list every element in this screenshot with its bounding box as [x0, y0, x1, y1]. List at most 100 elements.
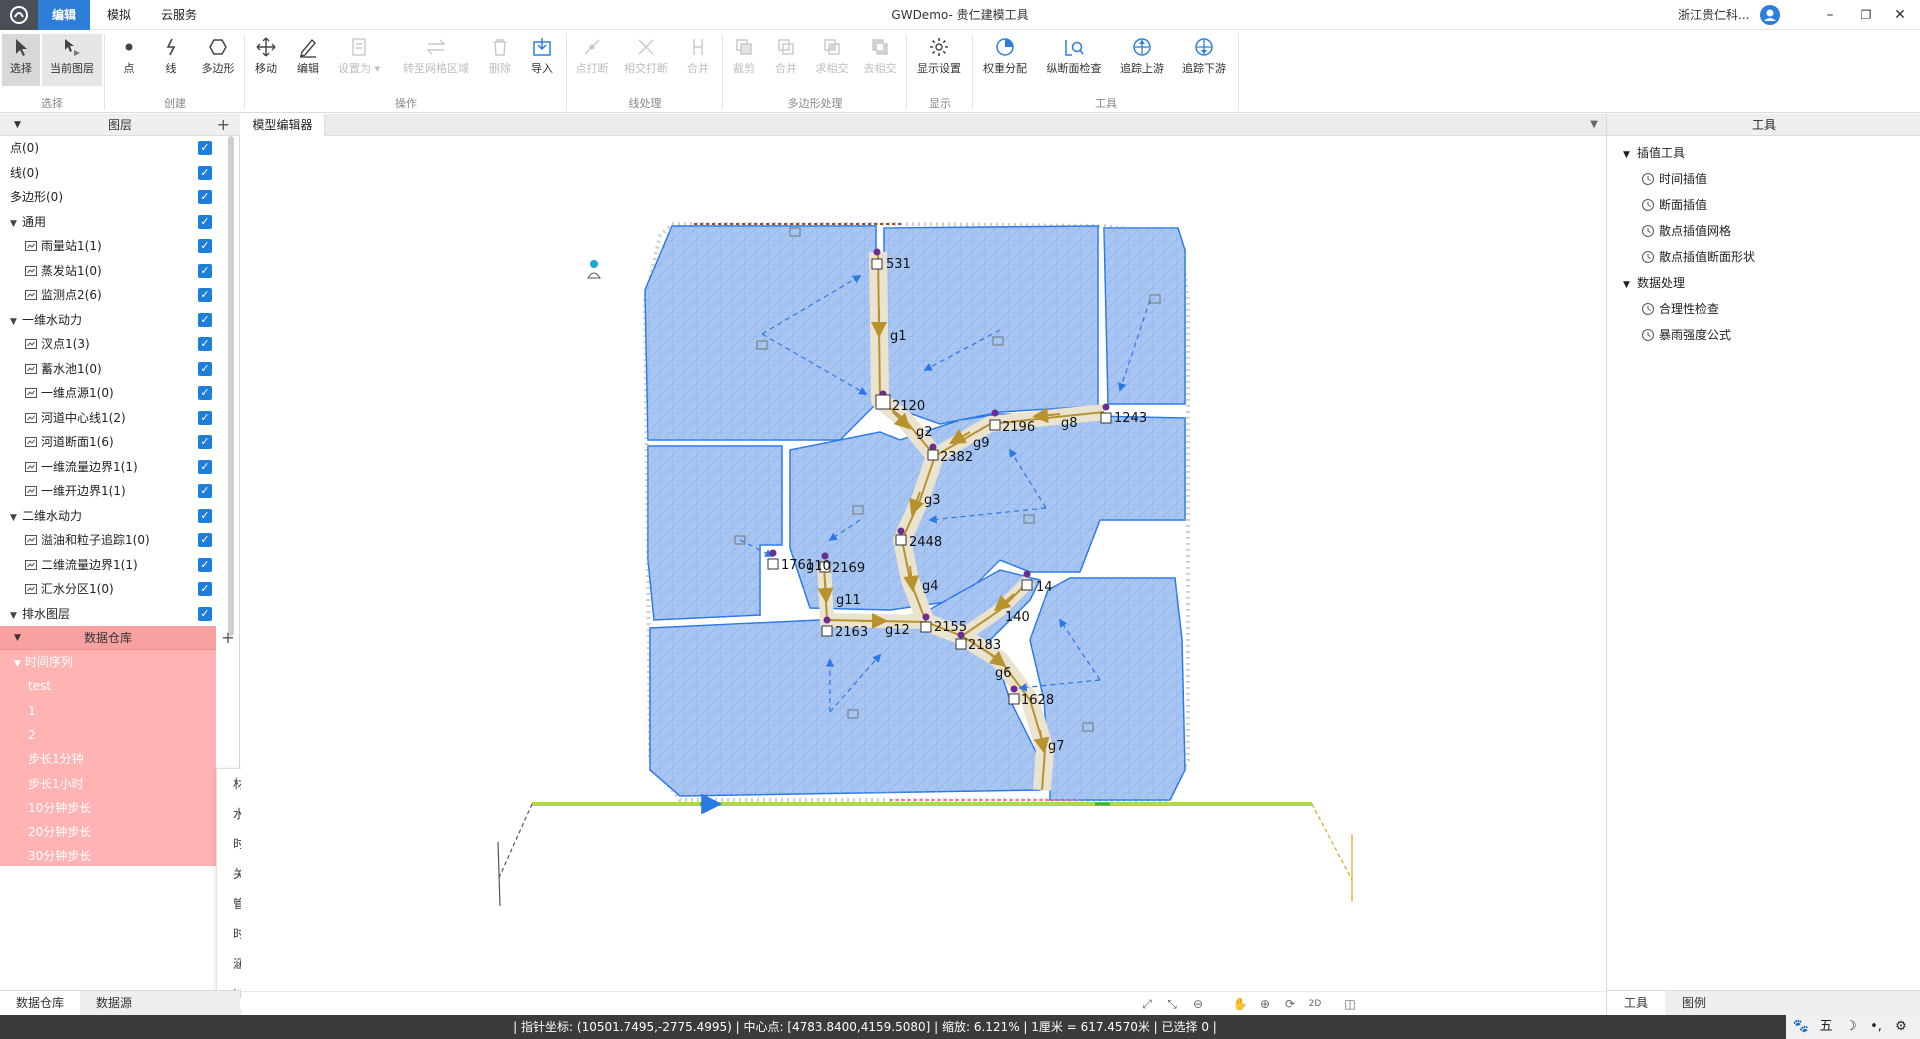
- layer-row[interactable]: 线(0): [0, 161, 224, 185]
- add-layer-button[interactable]: +: [217, 114, 230, 136]
- trace-upstream-button[interactable]: 追踪上游: [1114, 34, 1170, 86]
- layer-row[interactable]: 二维流量边界1(1): [0, 553, 224, 577]
- remove-intersect-button[interactable]: 去相交: [860, 34, 900, 86]
- layer-row[interactable]: 雨量站1(1): [0, 234, 224, 258]
- layer-row[interactable]: 汊点1(3): [0, 332, 224, 356]
- full-screen-icon[interactable]: ⤡: [1164, 996, 1180, 1012]
- layer-visibility-checkbox[interactable]: ✓: [198, 165, 212, 180]
- time-series-item[interactable]: 30分钟步长: [0, 844, 216, 868]
- layer-row[interactable]: 监测点2(6): [0, 283, 224, 307]
- close-button[interactable]: ✕: [1880, 0, 1920, 30]
- time-series-item[interactable]: 步长1小时: [0, 772, 216, 796]
- chevron-down-icon[interactable]: ▼: [1590, 114, 1598, 136]
- menu-tab-simulate[interactable]: 模拟: [96, 0, 142, 30]
- collapse-caret-icon[interactable]: ▼: [14, 114, 21, 136]
- expand-caret-icon[interactable]: ▼: [1623, 272, 1637, 298]
- layer-row[interactable]: 一维流量边界1(1): [0, 455, 224, 479]
- layer-row[interactable]: ▼ 一维水动力: [0, 308, 224, 332]
- tool-item[interactable]: ▼ 插值工具: [1623, 140, 1685, 166]
- layer-visibility-checkbox[interactable]: ✓: [198, 484, 212, 498]
- user-avatar-icon[interactable]: [1760, 5, 1780, 25]
- expand-caret-icon[interactable]: ▼: [10, 212, 22, 236]
- model-map[interactable]: 531 g1 2120 g2 2196 g8 1243 g9 2382 g3 2…: [241, 136, 1606, 991]
- point-button[interactable]: 点: [114, 34, 144, 86]
- tool-item[interactable]: 散点插值网格: [1641, 218, 1731, 244]
- time-series-item[interactable]: 10分钟步长: [0, 796, 216, 820]
- trace-downstream-button[interactable]: 追踪下游: [1176, 34, 1232, 86]
- layer-visibility-checkbox[interactable]: ✓: [198, 435, 212, 449]
- collapse-caret-icon[interactable]: ▼: [14, 626, 21, 650]
- profile-check-button[interactable]: 纵断面检查: [1042, 34, 1106, 86]
- layer-row[interactable]: 多边形(0): [0, 185, 224, 209]
- layer-visibility-checkbox[interactable]: ✓: [198, 141, 212, 155]
- point-break-button[interactable]: 点打断: [572, 34, 612, 86]
- tab-data-warehouse[interactable]: 数据仓库: [0, 991, 80, 1016]
- time-series-item[interactable]: 20分钟步长: [0, 820, 216, 844]
- tab-model-editor[interactable]: 模型编辑器: [241, 114, 325, 136]
- delete-button[interactable]: 删除: [484, 34, 516, 86]
- tool-item[interactable]: 暴雨强度公式: [1641, 322, 1731, 348]
- layer-visibility-checkbox[interactable]: ✓: [198, 533, 212, 547]
- select-button[interactable]: 选择: [2, 34, 40, 86]
- import-button[interactable]: 导入: [526, 34, 558, 86]
- move-button[interactable]: 移动: [250, 34, 282, 86]
- tab-legend[interactable]: 图例: [1665, 991, 1723, 1016]
- layer-visibility-checkbox[interactable]: ✓: [198, 337, 212, 351]
- time-series-item[interactable]: 2: [0, 723, 216, 747]
- layer-row[interactable]: 河道断面1(6): [0, 430, 224, 454]
- tab-tools[interactable]: 工具: [1607, 991, 1665, 1016]
- layer-visibility-checkbox[interactable]: ✓: [198, 557, 212, 572]
- zoom-in-icon[interactable]: ⊕: [1257, 996, 1273, 1012]
- layer-visibility-checkbox[interactable]: ✓: [198, 190, 212, 204]
- layer-visibility-checkbox[interactable]: ✓: [198, 312, 212, 327]
- layer-visibility-checkbox[interactable]: ✓: [198, 459, 212, 474]
- display-settings-button[interactable]: 显示设置: [912, 34, 966, 86]
- tab-data-source[interactable]: 数据源: [80, 991, 148, 1016]
- to-grid-area-button[interactable]: 转至网格区域: [394, 34, 478, 86]
- layer-row[interactable]: 一维开边界1(1): [0, 479, 224, 503]
- settings-icon[interactable]: ⚙: [1892, 1018, 1910, 1036]
- tool-item[interactable]: 合理性检查: [1641, 296, 1719, 322]
- menu-tab-cloud[interactable]: 云服务: [150, 0, 208, 30]
- time-series-item[interactable]: ▼ 时间序列: [0, 650, 216, 674]
- clip-button[interactable]: 裁剪: [728, 34, 760, 86]
- add-data-button[interactable]: +: [216, 626, 240, 650]
- zoom-out-icon[interactable]: ⊖: [1190, 996, 1206, 1012]
- layer-row[interactable]: 蓄水池1(0): [0, 357, 224, 381]
- layer-visibility-checkbox[interactable]: ✓: [198, 263, 212, 278]
- layer-row[interactable]: 一维点源1(0): [0, 381, 224, 405]
- app-logo[interactable]: [0, 0, 38, 30]
- layer-visibility-checkbox[interactable]: ✓: [198, 361, 212, 376]
- tool-item[interactable]: ▼ 数据处理: [1623, 270, 1685, 296]
- expand-caret-icon[interactable]: ▼: [10, 506, 22, 530]
- punctuation-icon[interactable]: •,: [1867, 1018, 1885, 1036]
- 2d-view-icon[interactable]: 2D: [1307, 996, 1323, 1012]
- layer-row[interactable]: 点(0): [0, 136, 224, 160]
- edit-button[interactable]: 编辑: [292, 34, 324, 86]
- line-button[interactable]: 线: [156, 34, 186, 86]
- layer-row[interactable]: ▼ 通用: [0, 210, 224, 234]
- expand-caret-icon[interactable]: ▼: [14, 659, 21, 669]
- layer-row[interactable]: 汇水分区1(0): [0, 577, 224, 601]
- paw-icon[interactable]: 🐾: [1792, 1018, 1810, 1036]
- fit-extent-icon[interactable]: ⤢: [1139, 996, 1155, 1012]
- refresh-icon[interactable]: ⟳: [1282, 996, 1298, 1012]
- tool-item[interactable]: 断面插值: [1641, 192, 1707, 218]
- layer-tree-scrollbar[interactable]: [228, 136, 234, 636]
- layer-row[interactable]: ▼ 排水图层: [0, 602, 224, 626]
- layer-row[interactable]: 溢油和粒子追踪1(0): [0, 528, 224, 552]
- layer-visibility-checkbox[interactable]: ✓: [198, 508, 212, 523]
- tool-item[interactable]: 散点插值断面形状: [1641, 244, 1755, 270]
- expand-caret-icon[interactable]: ▼: [10, 604, 22, 628]
- set-as-button[interactable]: 设置为 ▾: [334, 34, 384, 86]
- moon-icon[interactable]: ☽: [1842, 1018, 1860, 1036]
- tool-item[interactable]: 时间插值: [1641, 166, 1707, 192]
- intersect-button[interactable]: 求相交: [812, 34, 852, 86]
- data-warehouse-header[interactable]: ▼ 数据仓库: [0, 626, 216, 650]
- rain-station-icon[interactable]: [587, 260, 601, 279]
- layer-visibility-checkbox[interactable]: ✓: [198, 288, 212, 302]
- layer-visibility-checkbox[interactable]: ✓: [198, 606, 212, 621]
- map-canvas[interactable]: 531 g1 2120 g2 2196 g8 1243 g9 2382 g3 2…: [241, 136, 1606, 991]
- layer-row[interactable]: ▼ 二维水动力: [0, 504, 224, 528]
- merge-line-button[interactable]: 合并: [682, 34, 714, 86]
